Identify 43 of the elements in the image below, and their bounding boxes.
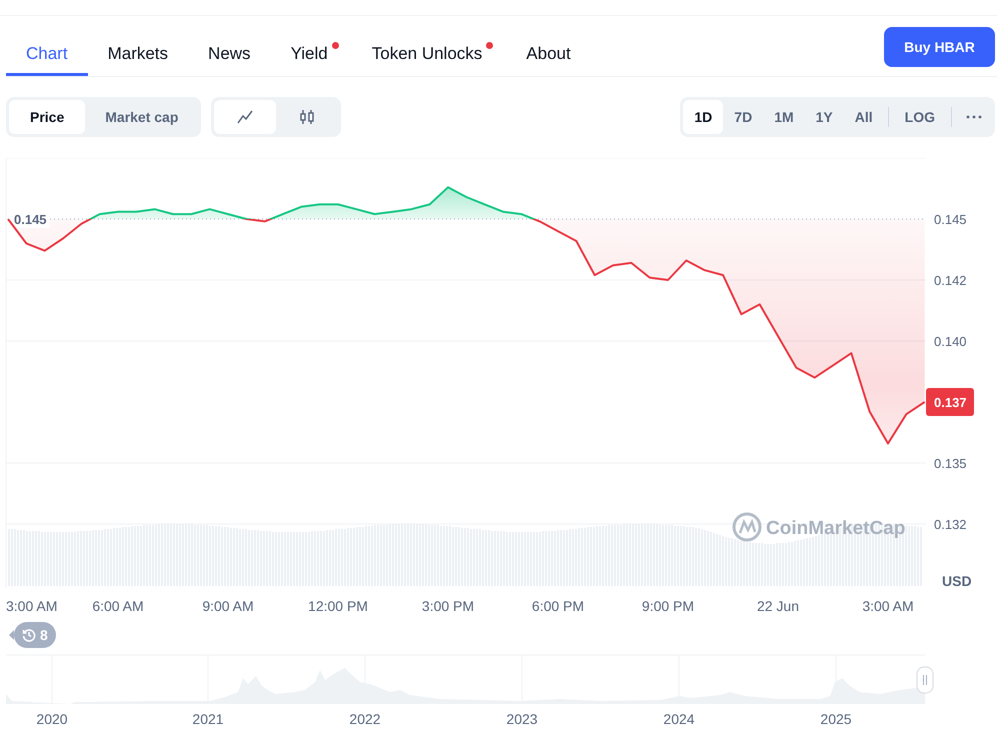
toggle-option[interactable]: Market cap [85,100,198,134]
watermark: CoinMarketCap [732,512,906,542]
axis-label: 0.140 [934,334,967,349]
tab[interactable]: Chart [6,16,88,76]
candlestick-icon [298,108,316,126]
tab[interactable]: Yield [270,16,352,76]
year-label: 2025 [820,711,852,727]
current-price-badge: 0.137 [926,388,974,416]
year-label: 2023 [506,711,538,727]
axis-label: 0.135 [934,456,967,471]
axis-label: 3:00 PM [422,598,474,614]
buy-button[interactable]: Buy HBAR [884,27,995,67]
axis-label: 22 Jun [756,598,800,614]
year-label: 2021 [192,711,224,727]
axis-label: 3:00 AM [862,598,914,614]
axis-label: 6:00 PM [532,598,584,614]
year-label: 2024 [663,711,695,727]
range-button[interactable]: 7D [723,100,764,134]
log-button[interactable]: LOG [892,100,947,134]
year-label: 2022 [349,711,381,727]
range-button[interactable]: All [844,100,884,134]
currency-label: USD [942,573,972,589]
toggle-option[interactable]: Price [9,100,86,134]
line-chart-icon [236,108,254,126]
tab[interactable]: Markets [88,16,188,76]
axis-label: 6:00 AM [92,598,144,614]
axis-label: 9:00 AM [202,598,254,614]
axis-label: 9:00 PM [642,598,694,614]
tab[interactable]: About [506,16,591,76]
history-icon [22,628,36,642]
axis-label: 3:00 AM [6,598,58,614]
range-button[interactable]: 1M [763,100,805,134]
year-label: 2020 [36,711,68,727]
tab[interactable]: Token Unlocks [352,16,506,76]
range-button[interactable]: 1D [683,100,724,134]
axis-label: 0.132 [934,517,967,532]
range-button[interactable]: 1Y [804,100,844,134]
axis-label: 12:00 PM [308,598,368,614]
axis-label: 0.142 [934,273,967,288]
ref-line-label: 0.145 [14,212,47,227]
axis-label: 0.145 [934,212,967,227]
tab[interactable]: News [188,16,271,76]
range-handle[interactable] [916,666,934,694]
